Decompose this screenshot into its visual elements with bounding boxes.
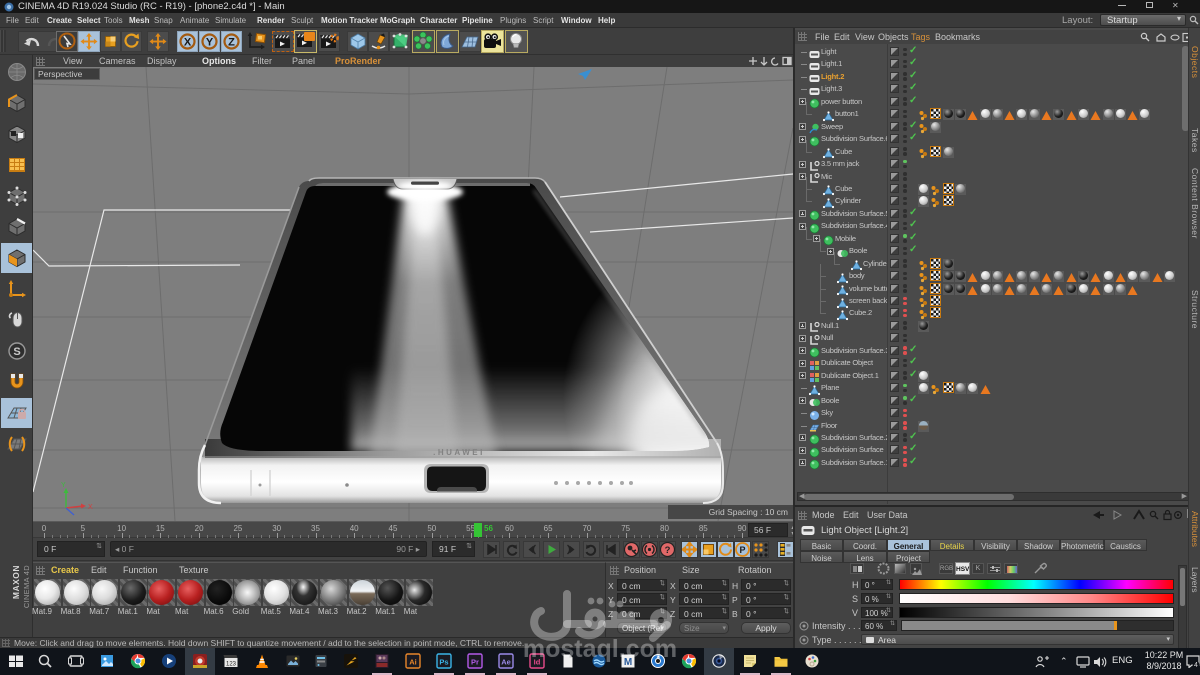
svg-text:X: X xyxy=(184,37,192,49)
svg-text:mostaql.com: mostaql.com xyxy=(523,635,677,663)
svg-text:4: 4 xyxy=(1194,662,1198,668)
svg-text:123: 123 xyxy=(226,662,237,668)
svg-text:.HUAWEI: .HUAWEI xyxy=(433,448,485,457)
svg-text:Y: Y xyxy=(61,482,66,489)
svg-text:Z: Z xyxy=(228,37,235,49)
svg-text:X: X xyxy=(88,504,93,511)
svg-text:Y: Y xyxy=(206,37,214,49)
svg-text:Ps: Ps xyxy=(439,658,448,667)
svg-text:Ai: Ai xyxy=(409,658,417,667)
svg-text:S: S xyxy=(13,346,20,358)
svg-text:?: ? xyxy=(665,545,671,556)
svg-text:Pr: Pr xyxy=(471,658,479,667)
svg-text:P: P xyxy=(739,545,745,555)
